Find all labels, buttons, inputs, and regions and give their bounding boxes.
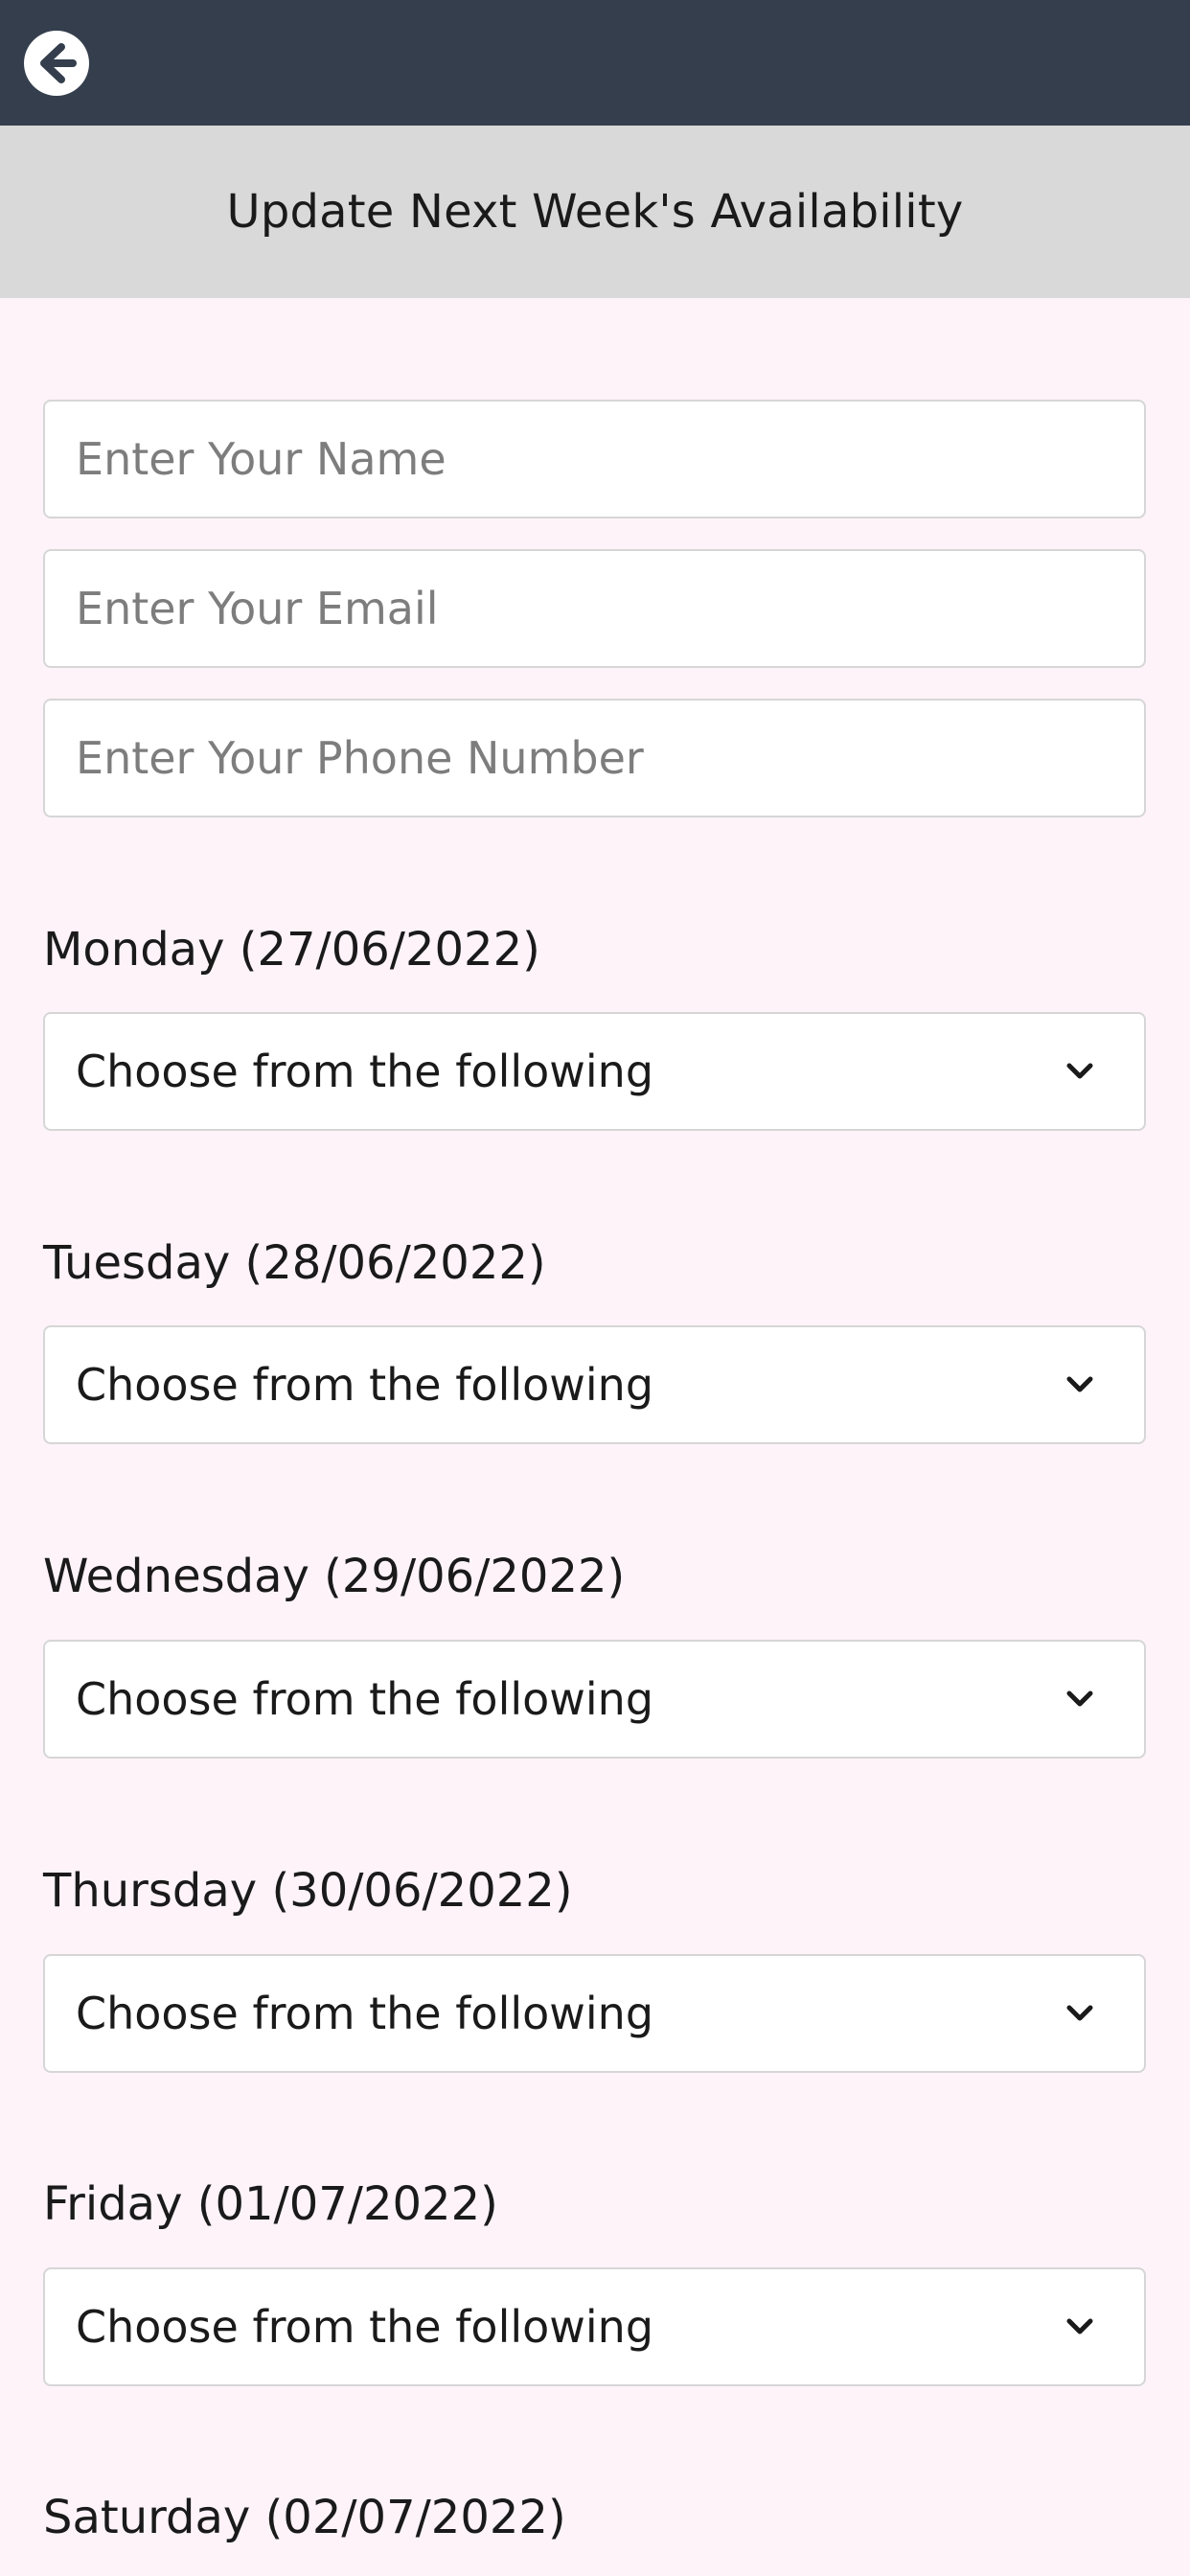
day-label-tuesday: Tuesday (28/06/2022) (43, 1236, 546, 1290)
name-input[interactable] (45, 402, 1144, 517)
phone-field[interactable] (43, 699, 1146, 817)
day-label-friday: Friday (01/07/2022) (43, 2177, 498, 2231)
arrow-left-circle-icon (24, 31, 89, 96)
chevron-down-icon (1065, 2001, 1094, 2026)
day-label-saturday: Saturday (02/07/2022) (43, 2491, 566, 2544)
select-value: Choose from the following (76, 2301, 654, 2353)
phone-input[interactable] (45, 701, 1144, 816)
chevron-down-icon (1065, 1687, 1094, 1712)
page-title: Update Next Week's Availability (226, 185, 964, 239)
select-value: Choose from the following (76, 1359, 654, 1411)
availability-select-thursday[interactable]: Choose from the following (43, 1954, 1146, 2073)
chevron-down-icon (1065, 1372, 1094, 1397)
chevron-down-icon (1065, 2314, 1094, 2339)
availability-select-wednesday[interactable]: Choose from the following (43, 1640, 1146, 1759)
back-button[interactable] (23, 30, 90, 97)
day-label-monday: Monday (27/06/2022) (43, 923, 540, 977)
email-input[interactable] (45, 551, 1144, 666)
select-value: Choose from the following (76, 1988, 654, 2039)
day-label-wednesday: Wednesday (29/06/2022) (43, 1550, 626, 1603)
chevron-down-icon (1065, 1059, 1094, 1084)
select-value: Choose from the following (76, 1046, 654, 1097)
email-field[interactable] (43, 549, 1146, 668)
availability-select-tuesday[interactable]: Choose from the following (43, 1325, 1146, 1444)
name-field[interactable] (43, 400, 1146, 518)
availability-select-friday[interactable]: Choose from the following (43, 2267, 1146, 2386)
select-value: Choose from the following (76, 1673, 654, 1725)
title-band: Update Next Week's Availability (0, 126, 1190, 298)
availability-select-monday[interactable]: Choose from the following (43, 1012, 1146, 1131)
day-label-thursday: Thursday (30/06/2022) (43, 1864, 573, 1918)
top-bar (0, 0, 1190, 126)
